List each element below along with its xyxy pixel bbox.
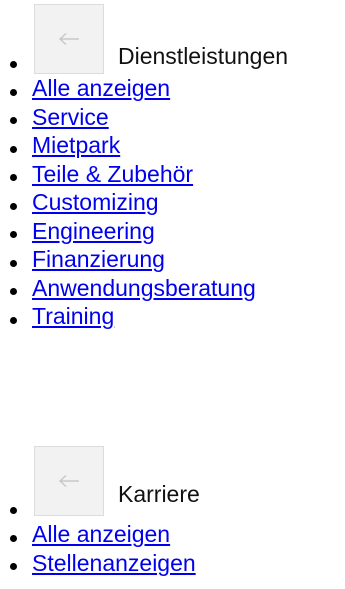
menu-header-karriere: Karriere [0, 446, 345, 520]
list-item: Finanzierung [0, 245, 345, 274]
list-item: Alle anzeigen [0, 74, 345, 103]
link-engineering[interactable]: Engineering [32, 218, 155, 244]
list-item: Service [0, 103, 345, 132]
list-item: Engineering [0, 217, 345, 246]
list-item: Mietpark [0, 131, 345, 160]
menu-karriere: Karriere Alle anzeigen Stellenanzeigen [0, 446, 345, 577]
list-item: Customizing [0, 188, 345, 217]
arrow-left-icon [58, 474, 79, 488]
link-anwendungsberatung[interactable]: Anwendungsberatung [32, 275, 256, 301]
list-item: Training [0, 302, 345, 331]
link-finanzierung[interactable]: Finanzierung [32, 246, 165, 272]
link-alle-anzeigen[interactable]: Alle anzeigen [32, 75, 170, 101]
link-training[interactable]: Training [32, 303, 114, 329]
menu-title: Dienstleistungen [118, 43, 289, 69]
link-teile-zubehoer[interactable]: Teile & Zubehör [32, 161, 193, 187]
list-item: Stellenanzeigen [0, 549, 345, 578]
back-button[interactable] [34, 446, 104, 516]
link-stellenanzeigen[interactable]: Stellenanzeigen [32, 550, 196, 576]
list-item: Teile & Zubehör [0, 160, 345, 189]
link-mietpark[interactable]: Mietpark [32, 132, 120, 158]
list-item: Alle anzeigen [0, 520, 345, 549]
list-item: Anwendungsberatung [0, 274, 345, 303]
link-service[interactable]: Service [32, 104, 109, 130]
menu-dienstleistungen: Dienstleistungen Alle anzeigen Service M… [0, 0, 345, 331]
menu-header-dienstleistungen: Dienstleistungen [0, 0, 345, 74]
link-alle-anzeigen[interactable]: Alle anzeigen [32, 521, 170, 547]
arrow-left-icon [58, 32, 79, 46]
menu-title: Karriere [118, 481, 200, 507]
link-customizing[interactable]: Customizing [32, 189, 159, 215]
back-button[interactable] [34, 4, 104, 74]
